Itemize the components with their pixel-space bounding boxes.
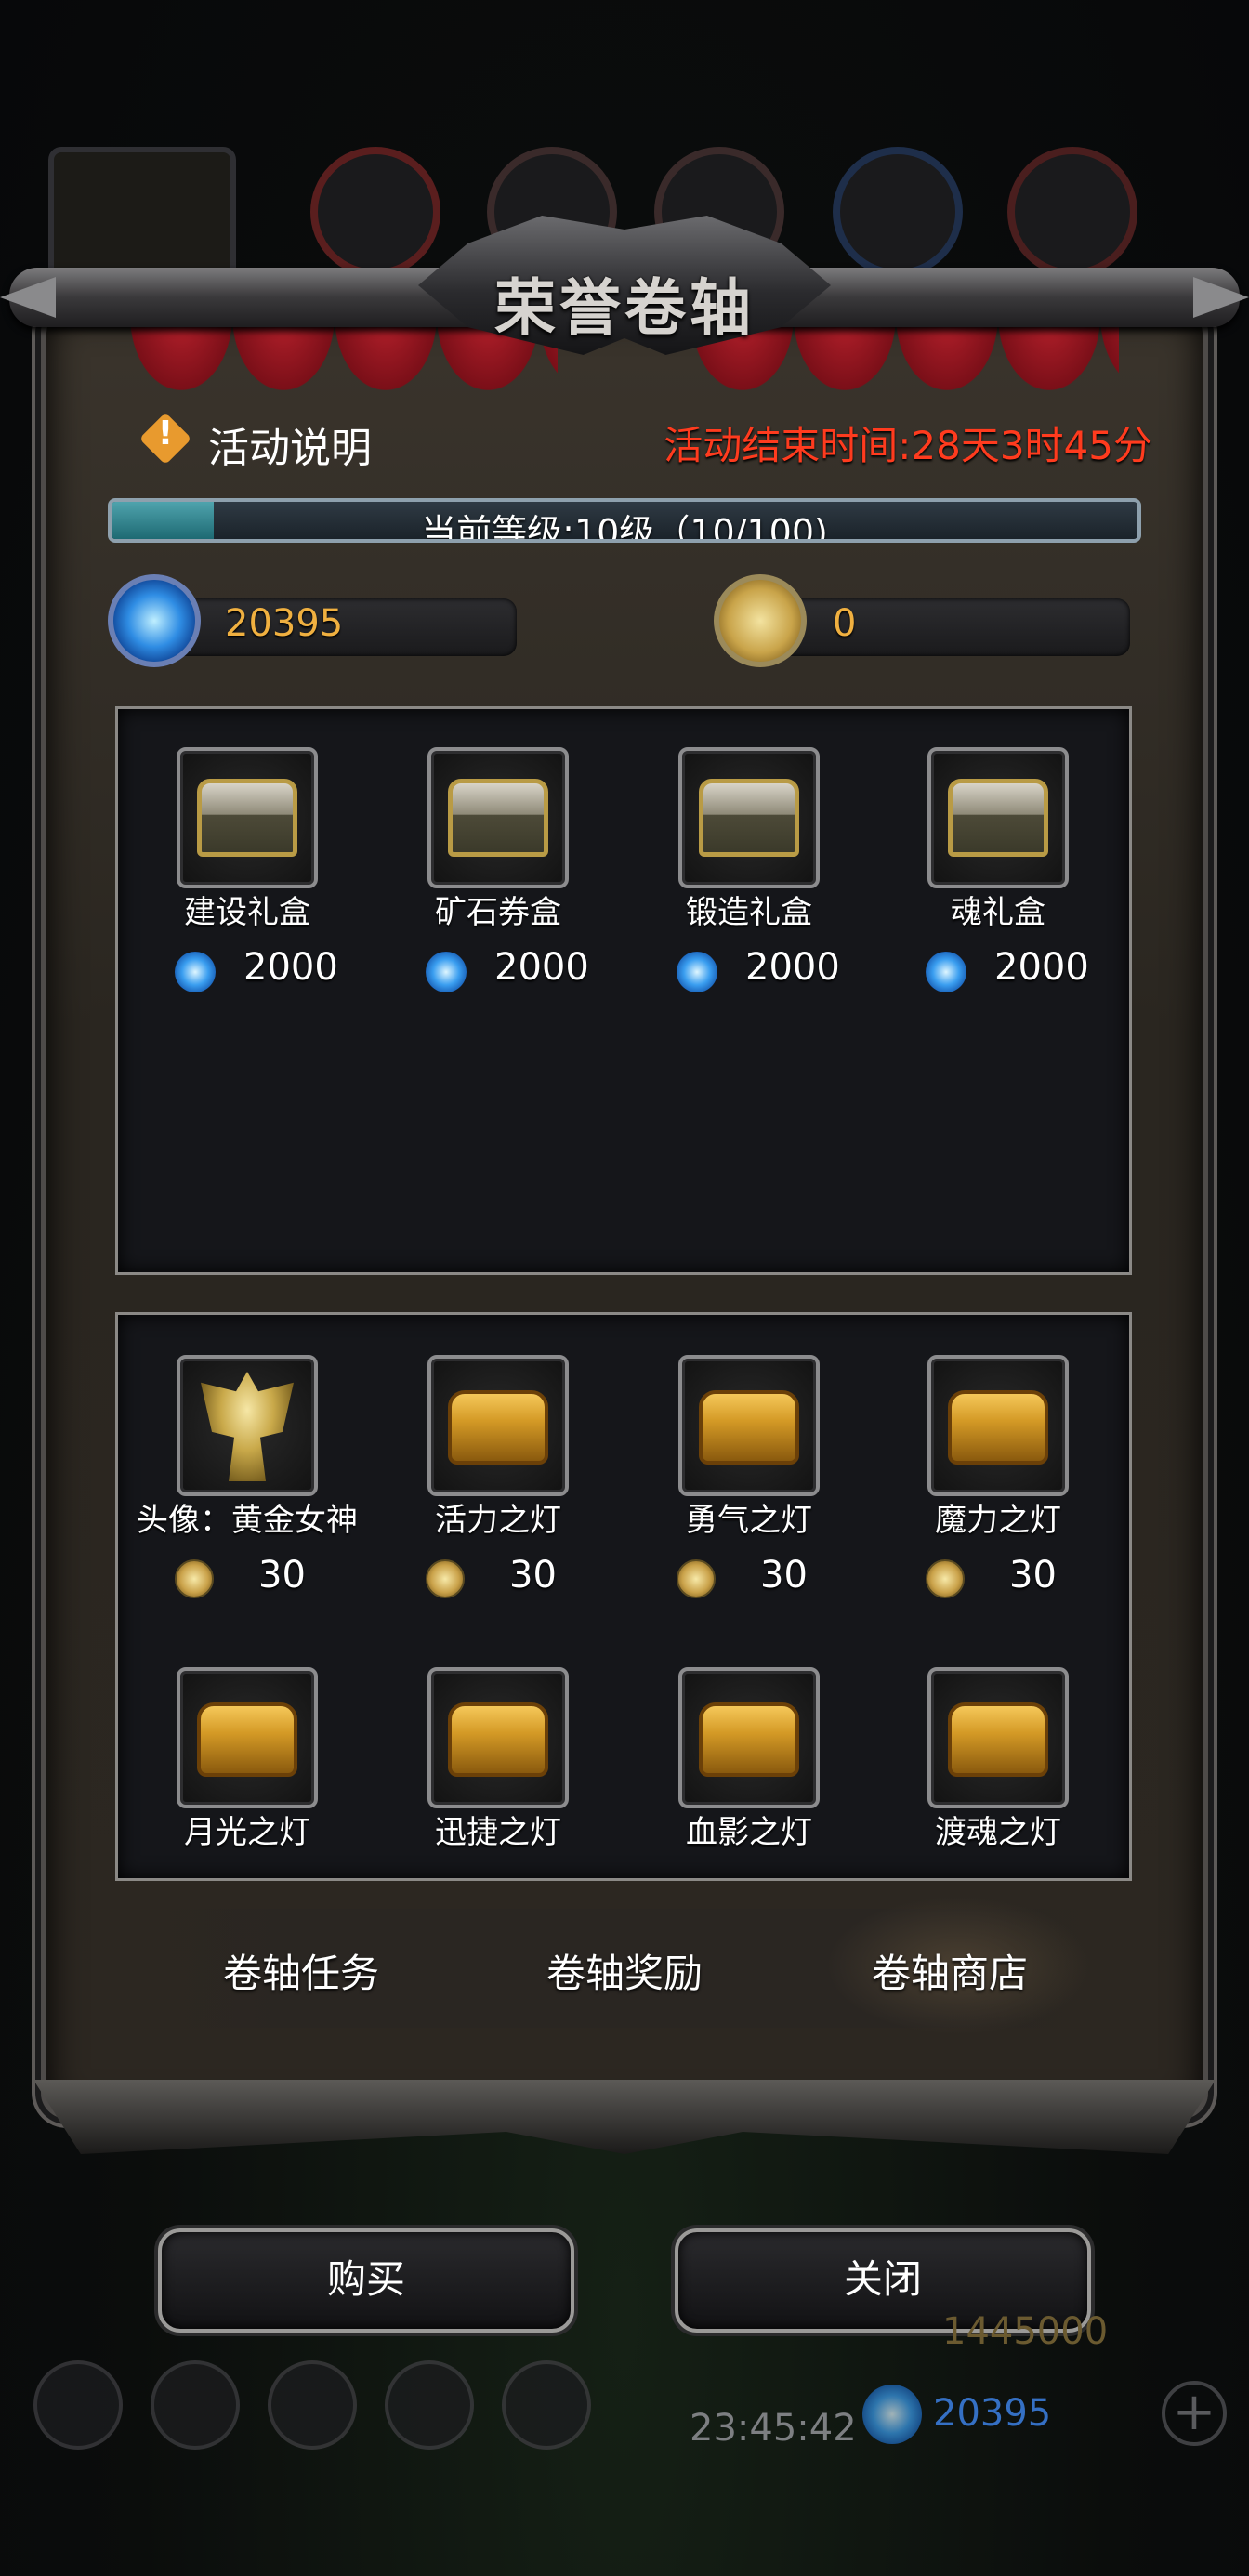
golden-chest-icon xyxy=(948,1702,1048,1777)
item-name: 头像：黄金女神 xyxy=(137,1502,358,1539)
golden-angel-icon xyxy=(201,1372,294,1481)
item-name: 锻造礼盒 xyxy=(686,894,812,931)
item-slot[interactable] xyxy=(427,1355,569,1496)
coin-balance-bar xyxy=(762,598,1130,656)
gem-balance: 20395 xyxy=(225,602,344,645)
item-name: 魔力之灯 xyxy=(935,1502,1061,1539)
hud-resource-icon xyxy=(310,147,440,277)
item-price: 2000 xyxy=(494,946,589,989)
price-gem-icon xyxy=(926,952,966,992)
item-slot[interactable] xyxy=(177,1667,318,1808)
price-coin-icon xyxy=(175,1559,214,1598)
gold-coin-icon xyxy=(714,574,807,667)
item-slot[interactable] xyxy=(427,747,569,888)
item-name: 活力之灯 xyxy=(435,1502,561,1539)
level-progress-text: 当前等级:10级（10/100) xyxy=(421,512,828,543)
price-coin-icon xyxy=(426,1559,465,1598)
blue-gem-icon xyxy=(108,574,201,667)
item-price: 30 xyxy=(1009,1554,1057,1597)
treasure-chest-icon xyxy=(448,779,548,857)
exclamation-icon: ! xyxy=(157,414,174,453)
price-gem-icon xyxy=(426,952,467,992)
item-name: 血影之灯 xyxy=(686,1814,812,1851)
item-price: 30 xyxy=(258,1554,306,1597)
level-progress-bar: 当前等级:10级（10/100) xyxy=(108,498,1141,543)
item-name: 迅捷之灯 xyxy=(435,1814,561,1851)
tab-scroll-shop[interactable]: 卷轴商店 xyxy=(797,1942,1102,1999)
item-slot[interactable] xyxy=(177,747,318,888)
treasure-chest-icon xyxy=(948,779,1048,857)
golden-chest-icon xyxy=(699,1390,799,1465)
hud-resource-icon xyxy=(833,147,963,277)
mail-icon[interactable] xyxy=(385,2360,474,2450)
item-name: 矿石券盒 xyxy=(435,894,561,931)
item-name: 渡魂之灯 xyxy=(935,1814,1061,1851)
item-slot[interactable] xyxy=(427,1667,569,1808)
item-name: 魂礼盒 xyxy=(951,894,1045,931)
golden-chest-icon xyxy=(448,1390,548,1465)
add-currency-button[interactable]: + xyxy=(1162,2381,1227,2446)
item-name: 建设礼盒 xyxy=(184,894,310,931)
golden-chest-icon xyxy=(197,1702,297,1777)
price-coin-icon xyxy=(677,1559,716,1598)
price-gem-icon xyxy=(677,952,717,992)
tab-scroll-tasks[interactable]: 卷轴任务 xyxy=(149,1942,454,1999)
item-slot[interactable] xyxy=(927,1355,1069,1496)
price-gem-icon xyxy=(175,952,216,992)
guild-icon[interactable] xyxy=(268,2360,357,2450)
hud-gem-balance: 20395 xyxy=(933,2392,1052,2435)
spike-left-icon xyxy=(0,277,56,318)
achievement-star-icon[interactable] xyxy=(151,2360,240,2450)
golden-chest-icon xyxy=(448,1702,548,1777)
hud-resource-icon xyxy=(1007,147,1137,277)
dialog-bottom-ornament xyxy=(33,2080,1216,2154)
item-slot[interactable] xyxy=(177,1355,318,1496)
item-price: 30 xyxy=(509,1554,557,1597)
golden-chest-icon xyxy=(699,1702,799,1777)
rank-icon[interactable] xyxy=(502,2360,591,2450)
treasure-chest-icon xyxy=(197,779,297,857)
event-end-time: 活动结束时间:28天3时45分 xyxy=(664,423,1152,468)
item-price: 2000 xyxy=(745,946,840,989)
item-slot[interactable] xyxy=(927,747,1069,888)
tab-scroll-rewards[interactable]: 卷轴奖励 xyxy=(472,1942,777,1999)
buy-button[interactable]: 购买 xyxy=(158,2228,574,2333)
dialog-title: 荣誉卷轴 xyxy=(494,271,755,344)
item-slot[interactable] xyxy=(678,1667,820,1808)
item-slot[interactable] xyxy=(927,1667,1069,1808)
item-price: 2000 xyxy=(994,946,1089,989)
item-name: 月光之灯 xyxy=(184,1814,310,1851)
treasure-chest-icon xyxy=(699,779,799,857)
hud-gem-icon xyxy=(862,2385,922,2444)
item-price: 30 xyxy=(760,1554,808,1597)
clock-display: 23:45:42 xyxy=(690,2407,857,2450)
settings-gear-icon[interactable] xyxy=(33,2360,123,2450)
item-name: 勇气之灯 xyxy=(686,1502,812,1539)
golden-chest-icon xyxy=(948,1390,1048,1465)
activity-info-label: 活动说明 xyxy=(208,425,372,472)
item-slot[interactable] xyxy=(678,747,820,888)
item-price: 2000 xyxy=(243,946,338,989)
spike-right-icon xyxy=(1193,277,1249,318)
hud-gold-balance: 1445000 xyxy=(942,2310,1109,2353)
item-slot[interactable] xyxy=(678,1355,820,1496)
coin-balance: 0 xyxy=(833,602,857,645)
price-coin-icon xyxy=(926,1559,965,1598)
